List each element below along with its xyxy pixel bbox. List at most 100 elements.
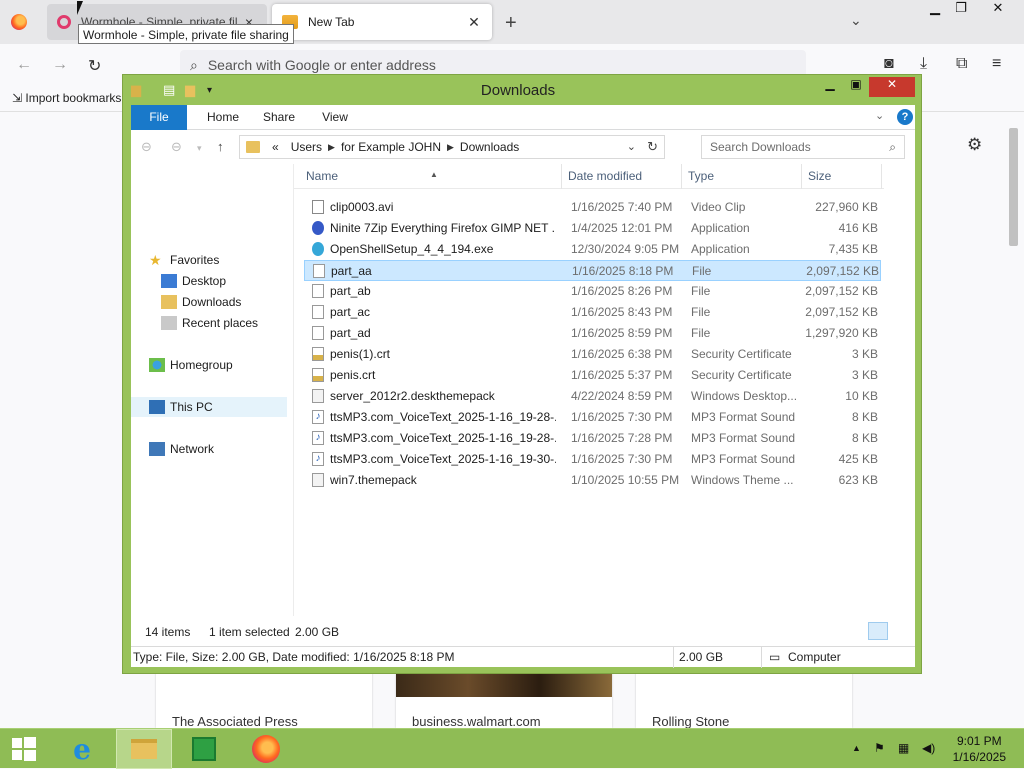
file-type: Security Certificate	[691, 347, 792, 361]
file-explorer-button[interactable]	[116, 729, 172, 769]
shortcut-card[interactable]: The Associated Press	[156, 673, 372, 729]
firefox-icon	[252, 735, 280, 763]
file-size: 8 KB	[851, 410, 878, 424]
breadcrumb-users[interactable]: Users	[291, 140, 322, 154]
nav-recent-places[interactable]: Recent places	[161, 313, 258, 333]
firefox-taskbar-button[interactable]	[240, 729, 292, 769]
shortcut-card[interactable]: Rolling Stone	[636, 673, 852, 729]
breadcrumb-downloads[interactable]: Downloads	[460, 140, 519, 154]
file-row[interactable]: part_ab 1/16/2025 8:26 PM File 2,097,152 KB	[304, 281, 881, 302]
file-explorer-icon	[131, 739, 157, 759]
nav-homegroup[interactable]: Homegroup	[149, 355, 233, 375]
certificate-icon	[312, 368, 324, 382]
back-arrow-icon[interactable]: ←	[16, 56, 32, 74]
forward-arrow-icon[interactable]: →	[52, 56, 68, 74]
search-input[interactable]: Search Downloads ⌕	[701, 135, 905, 159]
system-clock[interactable]: 9:01 PM 1/16/2025	[953, 733, 1006, 765]
start-button[interactable]	[0, 729, 48, 769]
nav-label: Homegroup	[170, 358, 233, 372]
file-row[interactable]: ♪ ttsMP3.com_VoiceText_2025-1-16_19-28-..…	[304, 428, 881, 449]
tab-share[interactable]: Share	[251, 105, 307, 130]
file-row[interactable]: Ninite 7Zip Everything Firefox GIMP NET …	[304, 218, 881, 239]
divider	[761, 647, 762, 668]
show-hidden-icons-icon[interactable]: ▲	[852, 743, 861, 753]
column-headers: Name ▲ Date modified Type Size	[294, 164, 884, 189]
tab-view[interactable]: View	[307, 105, 363, 130]
file-row[interactable]: part_ac 1/16/2025 8:43 PM File 2,097,152 KB	[304, 302, 881, 323]
store-button[interactable]	[178, 729, 230, 769]
file-row[interactable]: ♪ ttsMP3.com_VoiceText_2025-1-16_19-30-..…	[304, 449, 881, 470]
downloads-icon[interactable]: ⤓	[920, 55, 927, 73]
file-date-modified: 1/16/2025 7:30 PM	[571, 452, 673, 466]
close-icon[interactable]: ✕	[869, 77, 915, 97]
expand-ribbon-icon[interactable]: ⌄	[875, 109, 884, 122]
pocket-icon[interactable]: ◙	[884, 55, 894, 73]
new-tab-button[interactable]: +	[505, 12, 517, 35]
recent-locations-icon[interactable]: ▾	[197, 143, 202, 154]
nav-desktop[interactable]: Desktop	[161, 271, 226, 291]
column-label: Name	[306, 169, 339, 183]
forward-icon[interactable]: ⊖	[171, 139, 182, 155]
breadcrumb-overflow[interactable]: «	[272, 140, 279, 154]
nav-downloads[interactable]: Downloads	[161, 292, 241, 312]
file-date-modified: 1/16/2025 7:40 PM	[571, 200, 673, 214]
firefox-menu-icon[interactable]	[11, 14, 27, 30]
help-icon[interactable]: ?	[897, 109, 913, 125]
import-bookmarks-link[interactable]: ⇲ Import bookmarks...	[12, 91, 131, 105]
action-center-flag-icon[interactable]: ⚑	[874, 741, 885, 755]
tab-file[interactable]: File	[131, 105, 187, 130]
star-icon: ★	[149, 252, 162, 268]
chevron-down-icon[interactable]: ⌄	[627, 140, 636, 153]
file-row[interactable]: part_ad 1/16/2025 8:59 PM File 1,297,920 KB	[304, 323, 881, 344]
hamburger-menu-icon[interactable]: ≡	[992, 55, 1001, 73]
card-label: The Associated Press	[172, 714, 298, 729]
file-type: Windows Desktop...	[691, 389, 798, 403]
column-name[interactable]: Name ▲	[300, 164, 562, 189]
tab-new-tab[interactable]: New Tab ✕	[272, 4, 492, 40]
chevron-down-icon[interactable]: ⌄	[850, 12, 862, 29]
file-row[interactable]: penis.crt 1/16/2025 5:37 PM Security Certi…	[304, 365, 881, 386]
volume-icon[interactable]: ◀)	[922, 741, 935, 755]
details-view-icon[interactable]	[868, 622, 888, 640]
chevron-right-icon[interactable]: ▶	[328, 142, 335, 153]
nav-favorites[interactable]: ★ Favorites	[149, 250, 219, 270]
file-row[interactable]: server_2012r2.deskthemepack 4/22/2024 8:5…	[304, 386, 881, 407]
column-type[interactable]: Type	[682, 164, 802, 189]
details-summary: Type: File, Size: 2.00 GB, Date modified…	[133, 650, 455, 664]
network-tray-icon[interactable]: ▦	[898, 741, 909, 755]
chevron-right-icon[interactable]: ▶	[447, 142, 454, 153]
minimize-icon[interactable]: ▁	[817, 77, 843, 97]
close-tab-icon[interactable]: ✕	[466, 14, 482, 31]
large-icons-view-icon[interactable]	[890, 622, 910, 640]
shortcut-card[interactable]: business.walmart.com	[396, 673, 612, 729]
page-scrollbar[interactable]	[1007, 128, 1020, 728]
back-icon[interactable]: ⊖	[141, 139, 152, 155]
restore-window-icon[interactable]: ❐	[946, 0, 976, 20]
reload-icon[interactable]: ↻	[88, 56, 101, 76]
gear-icon[interactable]: ⚙	[967, 135, 982, 155]
taskbar: e ▲ ⚑ ▦ ◀) 9:01 PM 1/16/2025	[0, 728, 1024, 769]
file-row[interactable]: ♪ ttsMP3.com_VoiceText_2025-1-16_19-28-..…	[304, 407, 881, 428]
file-row[interactable]: clip0003.avi 1/16/2025 7:40 PM Video Clip 2…	[304, 197, 881, 218]
maximize-icon[interactable]: ▣	[843, 77, 869, 97]
address-bar[interactable]: « Users ▶ for Example JOHN ▶ Downloads ⌄…	[239, 135, 665, 159]
close-window-icon[interactable]: ✕	[983, 0, 1013, 20]
file-name: part_aa	[331, 264, 372, 278]
file-row[interactable]: part_aa 1/16/2025 8:18 PM File 2,097,152 KB	[304, 260, 881, 281]
file-row[interactable]: win7.themepack 1/10/2025 10:55 PM Windows …	[304, 470, 881, 491]
refresh-icon[interactable]: ↻	[647, 139, 658, 155]
file-row[interactable]: penis(1).crt 1/16/2025 6:38 PM Security Ce…	[304, 344, 881, 365]
nav-network[interactable]: Network	[149, 439, 214, 459]
internet-explorer-button[interactable]: e	[56, 729, 108, 769]
explorer-title-bar[interactable]: ▆ ▤ ▆ ▾ Downloads ▁ ▣ ✕	[123, 75, 921, 105]
up-arrow-icon[interactable]: ↑	[217, 139, 224, 154]
column-date-modified[interactable]: Date modified	[562, 164, 682, 189]
scrollbar-thumb[interactable]	[1009, 128, 1018, 246]
breadcrumb-user-folder[interactable]: for Example JOHN	[341, 140, 441, 154]
file-row[interactable]: OpenShellSetup_4_4_194.exe 12/30/2024 9:0…	[304, 239, 881, 260]
clock-time: 9:01 PM	[956, 734, 1002, 748]
extensions-icon[interactable]: ⧉	[956, 55, 967, 73]
column-size[interactable]: Size	[802, 164, 882, 189]
nav-this-pc[interactable]: This PC	[131, 397, 287, 417]
tab-home[interactable]: Home	[195, 105, 251, 130]
